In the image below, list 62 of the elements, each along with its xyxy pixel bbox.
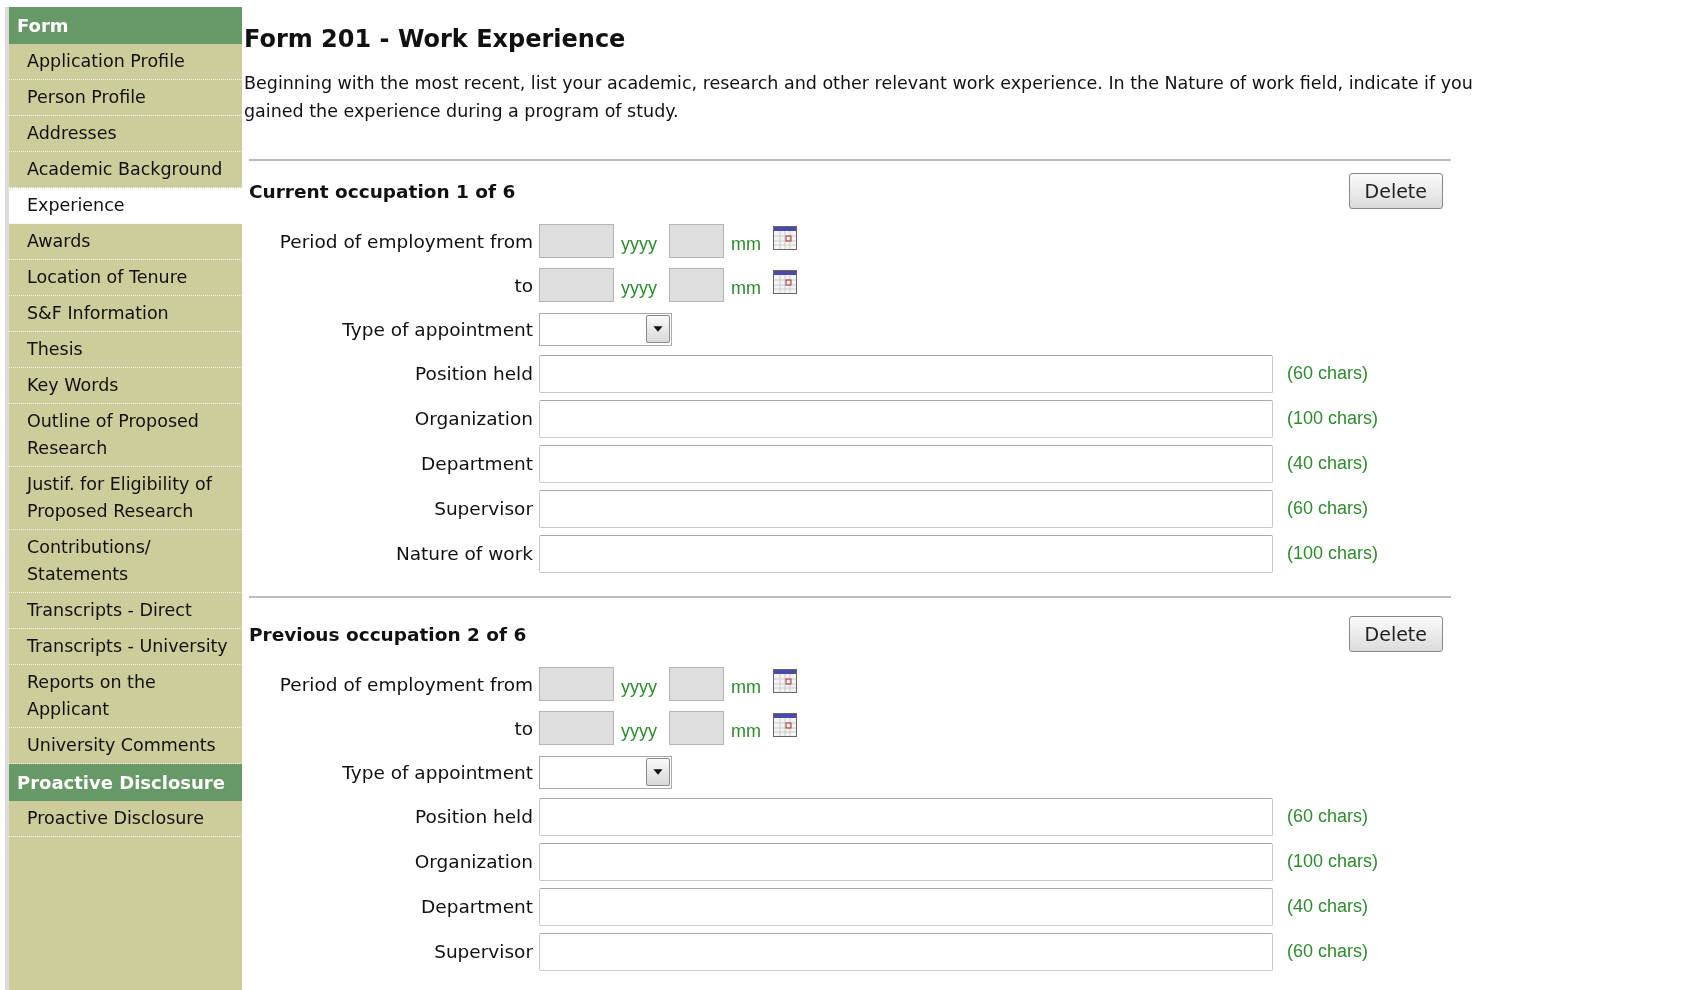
field-label: Position held [414,806,534,827]
field-label: to [513,274,534,296]
unit-hint: mm [731,233,761,255]
unit-hint: mm [731,277,761,299]
intro-text: Beginning with the most recent, list your academic, research and other relevant work experience. In the Nature of work field, indicate if you gained the experience during a program of study. [244,72,1474,123]
text-field[interactable] [539,534,1273,573]
sidebar-item[interactable]: Experience [9,188,242,224]
calendar-icon[interactable] [773,270,797,294]
unit-hint: yyyy [621,277,657,299]
delete-button[interactable]: Delete [1348,616,1443,652]
field-label: Organization [413,851,534,872]
length-hint: (60 chars) [1287,363,1369,384]
unit-hint: yyyy [621,720,657,742]
field-label: Nature of work [394,543,534,564]
page-title: Form 201 - Work Experience [244,24,627,55]
field-label: Type of appointment [341,761,534,783]
field-label: Organization [413,408,534,429]
calendar-icon[interactable] [773,226,797,250]
length-hint: (60 chars) [1287,941,1369,962]
section-heading: Previous occupation 2 of 6 [249,623,527,645]
unit-hint: yyyy [621,233,657,255]
year-field[interactable] [539,268,614,302]
unit-hint: yyyy [621,676,657,698]
length-hint: (40 chars) [1287,896,1369,917]
calendar-icon[interactable] [773,669,797,693]
month-field[interactable] [669,667,724,701]
delete-button[interactable]: Delete [1348,173,1443,209]
text-field[interactable] [539,399,1273,438]
unit-hint: mm [731,720,761,742]
length-hint: (60 chars) [1287,498,1369,519]
year-field[interactable] [539,667,614,701]
text-field[interactable] [539,887,1273,926]
sidebar-group-title: Form [9,7,242,44]
field-label: to [513,717,534,739]
text-field[interactable] [539,354,1273,393]
field-label: Period of employment from [278,673,534,695]
month-field[interactable] [669,711,724,745]
text-field[interactable] [539,842,1273,881]
length-hint: (100 chars) [1287,851,1379,872]
year-field[interactable] [539,224,614,258]
text-field[interactable] [539,797,1273,836]
unit-hint: mm [731,676,761,698]
field-label: Department [420,896,534,917]
text-field[interactable] [539,932,1273,971]
text-field[interactable] [539,444,1273,483]
length-hint: (60 chars) [1287,806,1369,827]
field-label: Type of appointment [341,318,534,340]
month-field[interactable] [669,268,724,302]
field-label: Supervisor [433,941,534,962]
month-field[interactable] [669,224,724,258]
field-label: Department [420,453,534,474]
length-hint: (100 chars) [1287,543,1379,564]
sidebar-group-title: Proactive Disclosure [9,764,242,801]
field-label: Supervisor [433,498,534,519]
field-label: Period of employment from [278,230,534,252]
field-label: Position held [414,363,534,384]
text-field[interactable] [539,489,1273,528]
length-hint: (100 chars) [1287,408,1379,429]
section-heading: Current occupation 1 of 6 [249,180,516,202]
length-hint: (40 chars) [1287,453,1369,474]
calendar-icon[interactable] [773,713,797,737]
year-field[interactable] [539,711,614,745]
